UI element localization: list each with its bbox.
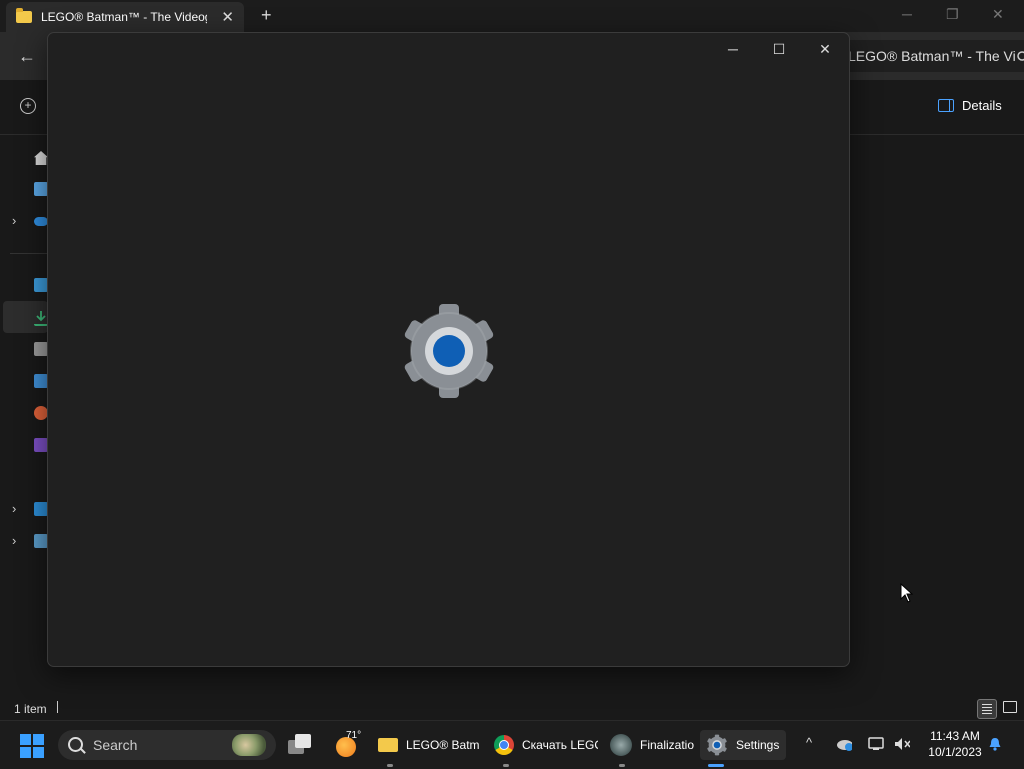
this-pc-icon[interactable] bbox=[34, 502, 48, 516]
settings-window[interactable]: ─ ☐ ✕ bbox=[47, 32, 850, 667]
details-label: Details bbox=[962, 98, 1002, 113]
documents-icon[interactable] bbox=[34, 342, 48, 356]
running-indicator bbox=[708, 764, 724, 767]
settings-gear-icon bbox=[404, 304, 494, 398]
clock-time: 11:43 AM bbox=[930, 729, 980, 743]
details-view-icon[interactable] bbox=[977, 699, 997, 719]
taskbar-search-box[interactable]: Search bbox=[58, 730, 276, 760]
network-icon[interactable] bbox=[868, 737, 884, 751]
network-expand-chevron[interactable]: › bbox=[12, 533, 16, 548]
videos-icon[interactable] bbox=[34, 438, 48, 452]
weather-widget[interactable]: 71° bbox=[334, 730, 364, 759]
taskbar-app-finalization[interactable]: Finalization bbox=[610, 730, 698, 767]
settings-icon bbox=[707, 734, 727, 756]
folder-icon bbox=[378, 738, 398, 752]
taskbar-app-settings[interactable]: Settings bbox=[700, 730, 786, 767]
settings-close-button[interactable]: ✕ bbox=[810, 41, 840, 58]
explorer-tab-bar: LEGO® Batman™ - The Videogame ✕ + ─ ❐ ✕ bbox=[0, 0, 1024, 32]
running-indicator bbox=[503, 764, 509, 767]
running-indicator bbox=[619, 764, 625, 767]
desktop-icon[interactable] bbox=[34, 278, 48, 292]
notification-bell-icon[interactable] bbox=[988, 737, 1002, 751]
taskbar-app-explorer[interactable]: LEGO® Batman™ - The Videogame bbox=[378, 730, 484, 767]
system-clock[interactable]: 11:43 AM 10/1/2023 bbox=[920, 728, 990, 760]
chrome-icon bbox=[494, 735, 514, 755]
explorer-maximize-button[interactable]: ❐ bbox=[946, 6, 959, 23]
taskbar-app-label: Скачать LEGO bbox=[522, 738, 598, 752]
windows-start-icon[interactable] bbox=[20, 734, 44, 758]
taskbar: Search 71° LEGO® Batman™ - The Videogame… bbox=[0, 720, 1024, 769]
explorer-tab-title: LEGO® Batman™ - The Videogame bbox=[41, 10, 207, 24]
music-icon[interactable] bbox=[34, 406, 48, 420]
back-button[interactable]: ← bbox=[18, 46, 36, 67]
show-hidden-icons-chevron[interactable]: ^ bbox=[806, 735, 812, 750]
clock-date: 10/1/2023 bbox=[928, 745, 982, 759]
onedrive-status-icon[interactable] bbox=[836, 737, 852, 751]
pictures-icon[interactable] bbox=[34, 374, 48, 388]
mouse-cursor-icon bbox=[900, 583, 914, 603]
taskbar-app-label: LEGO® Batman™ - The Videogame bbox=[406, 738, 480, 752]
weather-temp: 71° bbox=[346, 730, 362, 741]
running-indicator bbox=[387, 764, 393, 767]
tiles-view-icon[interactable] bbox=[1001, 699, 1017, 715]
details-pane-icon bbox=[938, 99, 954, 112]
settings-minimize-button[interactable]: ─ bbox=[718, 41, 748, 57]
task-view-icon[interactable] bbox=[288, 734, 314, 758]
search-icon bbox=[68, 737, 83, 752]
address-text: LEGO® Batman™ - The Vi bbox=[848, 48, 1016, 64]
address-bar[interactable]: LEGO® Batman™ - The Vi bbox=[838, 40, 1024, 72]
new-tab-button[interactable]: + bbox=[261, 5, 272, 26]
onedrive-icon[interactable] bbox=[34, 217, 48, 226]
explorer-close-button[interactable]: ✕ bbox=[992, 6, 1004, 23]
explorer-minimize-button[interactable]: ─ bbox=[902, 6, 912, 22]
explorer-tab[interactable]: LEGO® Batman™ - The Videogame ✕ bbox=[6, 2, 244, 32]
navigation-pane: › › › bbox=[0, 135, 48, 690]
network-icon[interactable] bbox=[34, 534, 48, 548]
volume-muted-icon[interactable] bbox=[894, 737, 910, 751]
this-pc-expand-chevron[interactable]: › bbox=[12, 501, 16, 516]
downloads-icon[interactable] bbox=[34, 310, 48, 326]
explorer-status-bar: 1 item bbox=[0, 696, 1024, 720]
search-label: Search bbox=[93, 737, 138, 753]
status-separator bbox=[57, 701, 58, 713]
tab-close-button[interactable]: ✕ bbox=[221, 8, 234, 26]
folder-icon bbox=[16, 8, 32, 23]
onedrive-expand-chevron[interactable]: › bbox=[12, 213, 16, 228]
taskbar-app-label: Finalization bbox=[640, 738, 694, 752]
taskbar-app-chrome[interactable]: Скачать LEGO bbox=[494, 730, 600, 767]
sidebar-divider bbox=[10, 253, 48, 254]
details-button[interactable]: Details bbox=[938, 98, 1002, 113]
new-button[interactable]: + bbox=[20, 98, 36, 114]
refresh-icon[interactable] bbox=[1016, 48, 1024, 64]
gallery-icon[interactable] bbox=[34, 182, 48, 196]
item-count: 1 item bbox=[14, 702, 47, 716]
setup-icon bbox=[610, 734, 632, 756]
taskbar-app-label: Settings bbox=[736, 738, 780, 752]
home-icon[interactable] bbox=[34, 151, 48, 165]
settings-maximize-button[interactable]: ☐ bbox=[764, 41, 794, 58]
search-highlight-image bbox=[232, 734, 266, 756]
